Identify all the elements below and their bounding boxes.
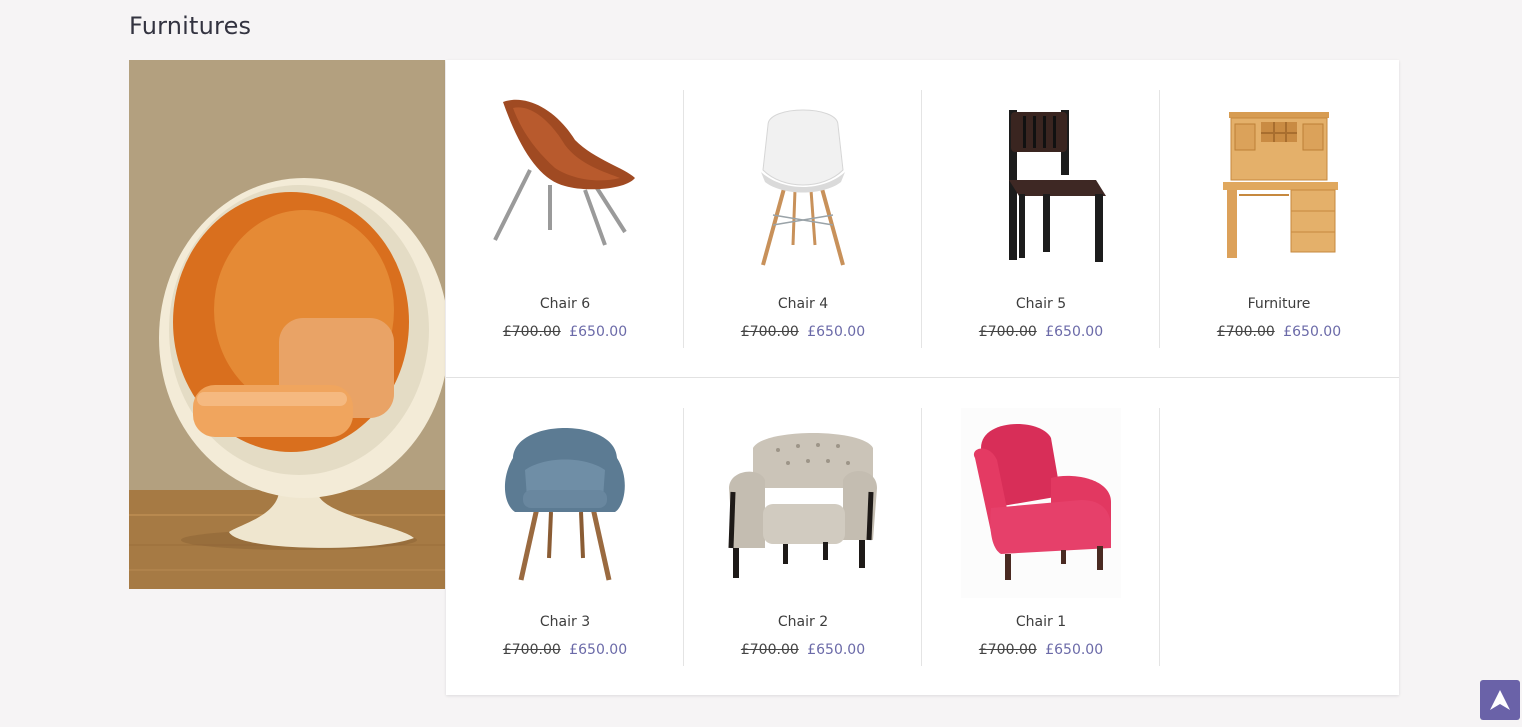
product-name[interactable]: Furniture — [1160, 296, 1398, 312]
product-card[interactable]: Chair 4 £700.00 £650.00 — [684, 90, 922, 348]
product-image[interactable] — [723, 90, 883, 280]
product-name[interactable]: Chair 1 — [922, 614, 1160, 630]
product-image[interactable] — [485, 90, 645, 280]
product-price: £700.00 £650.00 — [922, 324, 1160, 340]
row-divider — [446, 377, 1399, 378]
black-wooden-chair-icon — [1009, 110, 1106, 262]
wooden-desk-icon — [1223, 112, 1338, 258]
product-price: £700.00 £650.00 — [684, 324, 922, 340]
product-card[interactable]: Chair 1 £700.00 £650.00 — [922, 408, 1160, 666]
product-name[interactable]: Chair 2 — [684, 614, 922, 630]
product-image[interactable] — [485, 408, 645, 598]
pink-armchair-icon — [961, 408, 1121, 598]
sale-price: £650.00 — [1045, 324, 1104, 340]
old-price: £700.00 — [502, 324, 561, 340]
old-price: £700.00 — [740, 642, 799, 658]
product-price: £700.00 £650.00 — [446, 642, 684, 658]
back-to-top-button[interactable] — [1480, 680, 1520, 720]
product-image[interactable] — [961, 90, 1121, 280]
product-name[interactable]: Chair 6 — [446, 296, 684, 312]
product-card[interactable]: Chair 2 £700.00 £650.00 — [684, 408, 922, 666]
sale-price: £650.00 — [1045, 642, 1104, 658]
old-price: £700.00 — [978, 324, 1037, 340]
product-price: £700.00 £650.00 — [684, 642, 922, 658]
product-price: £700.00 £650.00 — [922, 642, 1160, 658]
sale-price: £650.00 — [569, 642, 628, 658]
arrow-up-icon — [1490, 690, 1510, 710]
product-card[interactable]: Furniture £700.00 £650.00 — [1160, 90, 1398, 348]
product-card[interactable]: Chair 5 £700.00 £650.00 — [922, 90, 1160, 348]
product-image[interactable] — [723, 408, 883, 598]
product-image[interactable] — [961, 408, 1121, 598]
sale-price: £650.00 — [807, 642, 866, 658]
product-grid: Chair 6 £700.00 £650.00 Chair 4 £700.00 … — [446, 60, 1399, 695]
blue-armchair-icon — [504, 428, 625, 581]
product-card[interactable]: Chair 3 £700.00 £650.00 — [446, 408, 684, 666]
product-name[interactable]: Chair 4 — [684, 296, 922, 312]
sale-price: £650.00 — [569, 324, 628, 340]
old-price: £700.00 — [1216, 324, 1275, 340]
ball-chair-icon — [129, 60, 445, 589]
tufted-armchair-icon — [728, 433, 877, 578]
old-price: £700.00 — [502, 642, 561, 658]
old-price: £700.00 — [978, 642, 1037, 658]
section-title: Furnitures — [129, 12, 252, 40]
banner-image[interactable] — [129, 60, 445, 589]
lounge-chair-icon — [493, 99, 635, 246]
white-shell-chair-icon — [761, 109, 845, 266]
product-price: £700.00 £650.00 — [446, 324, 684, 340]
product-image[interactable] — [1199, 90, 1359, 280]
product-card[interactable]: Chair 6 £700.00 £650.00 — [446, 90, 684, 348]
sale-price: £650.00 — [1283, 324, 1342, 340]
product-name[interactable]: Chair 3 — [446, 614, 684, 630]
sale-price: £650.00 — [807, 324, 866, 340]
product-price: £700.00 £650.00 — [1160, 324, 1398, 340]
old-price: £700.00 — [740, 324, 799, 340]
product-name[interactable]: Chair 5 — [922, 296, 1160, 312]
